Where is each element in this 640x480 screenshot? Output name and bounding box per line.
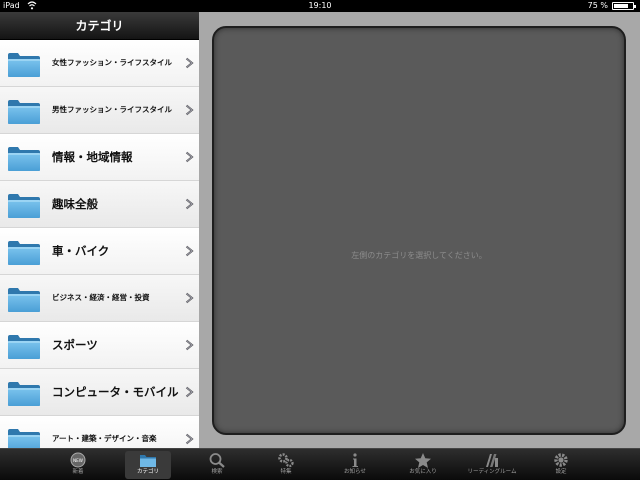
gears-icon	[278, 453, 294, 468]
folder-icon	[8, 382, 40, 406]
category-label: 趣味全般	[52, 197, 98, 211]
tab-books[interactable]: リーディングルーム	[468, 451, 516, 479]
gear-icon	[554, 453, 568, 467]
category-item[interactable]: アート・建築・デザイン・音楽	[0, 416, 199, 448]
category-label: 女性ファッション・ライフスタイル	[52, 58, 172, 67]
category-label: 車・バイク	[52, 244, 110, 258]
info-icon	[352, 453, 358, 467]
category-item[interactable]: 車・バイク	[0, 228, 199, 275]
chevron-right-icon	[185, 198, 194, 210]
detail-panel: 左側のカテゴリを選択してください。	[212, 26, 626, 435]
chevron-right-icon	[185, 151, 194, 163]
books-icon	[486, 454, 498, 467]
tab-label: 設定	[555, 469, 567, 475]
folder-icon	[8, 288, 40, 312]
category-label: 男性ファッション・ライフスタイル	[52, 105, 172, 114]
folder-icon	[8, 335, 40, 359]
category-label: コンピュータ・モバイル	[52, 385, 179, 399]
tab-label: 検索	[211, 469, 223, 475]
tab-info[interactable]: お知らせ	[332, 451, 378, 479]
chevron-right-icon	[185, 57, 194, 69]
main-area: 左側のカテゴリを選択してください。	[199, 12, 640, 448]
tab-gear[interactable]: 設定	[538, 451, 584, 479]
tab-star[interactable]: お気に入り	[400, 451, 446, 479]
battery-icon	[612, 2, 636, 10]
folder-icon	[8, 147, 40, 171]
category-label: アート・建築・デザイン・音楽	[52, 434, 157, 443]
chevron-right-icon	[185, 245, 194, 257]
tab-label: お気に入り	[409, 469, 437, 475]
category-item[interactable]: 男性ファッション・ライフスタイル	[0, 87, 199, 134]
tab-search[interactable]: 検索	[194, 451, 240, 479]
category-item[interactable]: 女性ファッション・ライフスタイル	[0, 40, 199, 87]
category-item[interactable]: コンピュータ・モバイル	[0, 369, 199, 416]
chevron-right-icon	[185, 104, 194, 116]
new-icon: NEW	[70, 452, 86, 468]
tab-gears[interactable]: 特集	[263, 451, 309, 479]
chevron-right-icon	[185, 292, 194, 304]
folder-icon	[8, 100, 40, 124]
battery-percent: 75 %	[587, 1, 608, 10]
folder-icon	[8, 241, 40, 265]
category-item[interactable]: 趣味全般	[0, 181, 199, 228]
category-label: スポーツ	[52, 338, 98, 352]
tab-label: カテゴリ	[136, 469, 159, 475]
chevron-right-icon	[185, 433, 194, 445]
chevron-right-icon	[185, 386, 194, 398]
tab-bar: NEW 新着 カテゴリ 検索 特集 お知らせ お気に入り リーディングルーム 設定	[0, 448, 640, 480]
svg-text:NEW: NEW	[73, 458, 83, 463]
sidebar-title: カテゴリ	[0, 12, 199, 40]
search-icon	[209, 453, 225, 468]
category-sidebar: カテゴリ 女性ファッション・ライフスタイル 男性ファッション・ライフスタイル情報・…	[0, 12, 199, 448]
star-icon	[415, 453, 431, 468]
tab-folder[interactable]: カテゴリ	[125, 451, 171, 479]
category-label: ビジネス・経済・経営・投資	[52, 293, 150, 302]
tab-new[interactable]: NEW 新着	[55, 451, 101, 479]
folder-icon	[8, 429, 40, 448]
placeholder-message: 左側のカテゴリを選択してください。	[351, 251, 487, 260]
tab-label: 特集	[280, 469, 292, 475]
folder-icon	[8, 53, 40, 77]
status-bar: iPad 19:10 75 %	[0, 0, 640, 12]
tab-label: お知らせ	[344, 469, 366, 475]
category-list: 女性ファッション・ライフスタイル 男性ファッション・ライフスタイル情報・地域情報趣…	[0, 40, 199, 448]
clock: 19:10	[308, 1, 332, 10]
chevron-right-icon	[185, 339, 194, 351]
category-item[interactable]: スポーツ	[0, 322, 199, 369]
tab-label: 新着	[72, 469, 84, 475]
category-label: 情報・地域情報	[52, 150, 133, 164]
tab-label: リーディングルーム	[467, 469, 517, 475]
category-item[interactable]: ビジネス・経済・経営・投資	[0, 275, 199, 322]
category-item[interactable]: 情報・地域情報	[0, 134, 199, 181]
folder-icon	[140, 455, 156, 467]
folder-icon	[8, 194, 40, 218]
